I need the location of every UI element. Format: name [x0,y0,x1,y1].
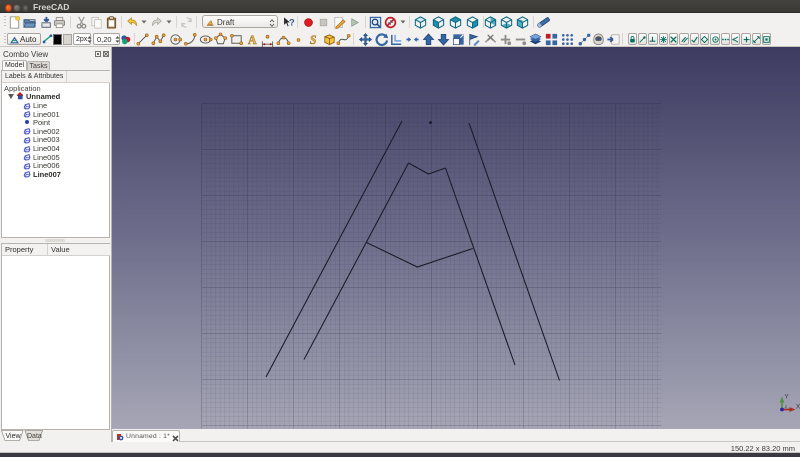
svg-text:A: A [248,33,257,47]
svg-text:X: X [796,404,800,411]
svg-text:S: S [310,33,317,47]
svg-text:Y: Y [785,394,789,401]
svg-text:?: ? [288,17,294,27]
svg-text:View: View [6,433,22,440]
svg-text:Data: Data [27,433,42,440]
